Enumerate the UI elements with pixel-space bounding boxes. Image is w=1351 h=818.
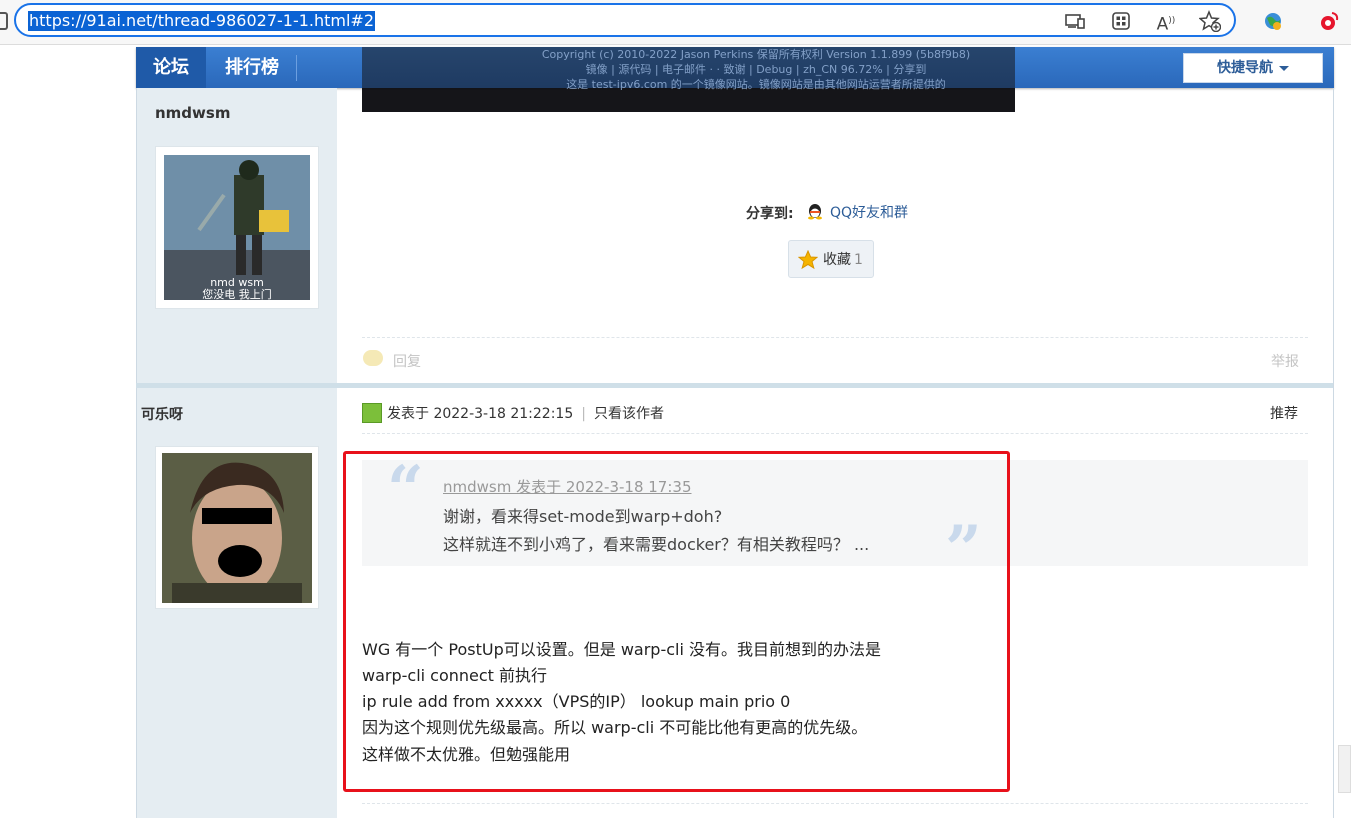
overlay-line: 镜像 | 源代码 | 电子邮件 · · 致谢 | Debug | zh_CN 9… [585,63,927,76]
extension-globe-icon[interactable] [1262,10,1284,32]
highlight-box [343,451,1010,792]
share-qq-label: QQ好友和群 [830,205,909,221]
post-separator [136,383,1334,388]
avatar-caption: 您没电 我上门 [202,287,272,300]
post1-avatar[interactable]: nmd wsm 您没电 我上门 [155,146,319,309]
browser-toolbar: https://91ai.net/thread-986027-1-1.html#… [0,0,1351,45]
share-qq-link[interactable]: QQ好友和群 [806,202,908,222]
lock-icon[interactable] [0,12,8,30]
content-border [1333,88,1334,818]
reply-icon[interactable] [363,350,383,366]
author-sidebar: nmdwsm nmd wsm 您没电 我上门 可乐呀 [136,88,337,818]
address-bar[interactable]: https://91ai.net/thread-986027-1-1.html#… [14,3,1236,37]
post-time: 2022-3-18 21:22:15 [433,406,574,422]
device-icon[interactable] [1064,10,1086,32]
favorite-add-icon[interactable] [1198,10,1222,33]
author-only-link[interactable]: 只看该作者 [594,406,664,422]
avatar-image [162,453,312,603]
weibo-icon[interactable] [1318,10,1340,32]
report-link[interactable]: 举报 [1271,351,1299,371]
url-text[interactable]: https://91ai.net/thread-986027-1-1.html#… [28,11,376,31]
divider [362,337,1308,338]
post-meta: 发表于 2022-3-18 21:22:15 | 只看该作者 [387,406,664,422]
star-icon [798,250,818,270]
favorite-label: 收藏 [823,252,851,268]
read-aloud-icon[interactable]: A)) [1155,10,1177,35]
online-status-icon [362,403,382,423]
tab-ranking[interactable]: 排行榜 [210,47,294,88]
chevron-down-icon [1279,65,1289,71]
divider [362,803,1308,804]
tab-forum[interactable]: 论坛 [136,47,206,88]
favorite-button[interactable]: 收藏 1 [788,240,874,278]
meta-prefix: 发表于 [387,406,429,422]
avatar-image: nmd wsm 您没电 我上门 [164,155,310,300]
nav-divider [296,55,297,81]
share-label: 分享到: [746,206,794,222]
post2-username[interactable]: 可乐呀 [141,404,183,424]
reply-link[interactable]: 回复 [393,351,421,371]
quick-nav-label: 快捷导航 [1217,60,1273,76]
post2-avatar[interactable] [155,446,319,609]
scroll-to-top-handle[interactable] [1338,745,1351,793]
divider [362,433,1308,434]
qq-icon [808,204,822,220]
overlay-line: Copyright (c) 2010-2022 Jason Perkins 保留… [541,48,971,61]
quick-nav-button[interactable]: 快捷导航 [1183,53,1323,83]
overlay-text: Copyright (c) 2010-2022 Jason Perkins 保留… [456,47,1056,92]
post1-username[interactable]: nmdwsm [155,104,230,122]
recommend-link[interactable]: 推荐 [1270,403,1298,423]
apps-icon[interactable] [1110,10,1132,32]
favorite-count: 1 [854,252,863,268]
forum-navbar: Copyright (c) 2010-2022 Jason Perkins 保留… [136,47,1334,111]
overlay-line: 这是 test-ipv6.com 的一个镜像网站。镜像网站是由其他网站运营者所提… [566,78,946,91]
